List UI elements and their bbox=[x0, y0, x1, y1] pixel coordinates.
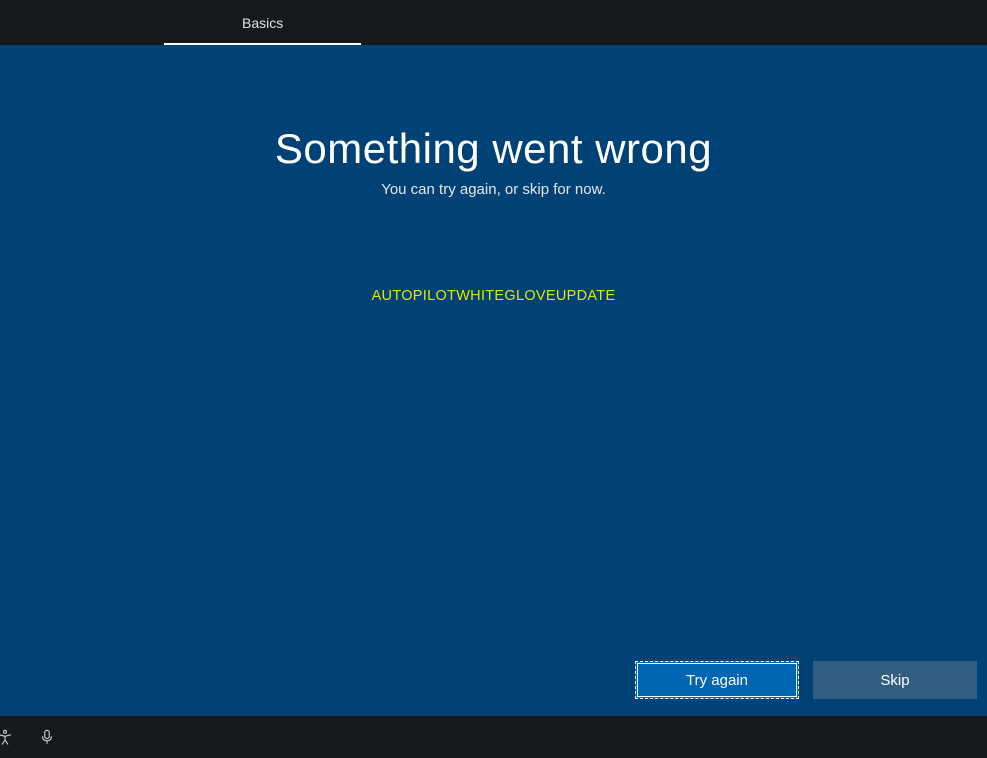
try-again-button[interactable]: Try again bbox=[635, 661, 799, 699]
skip-button[interactable]: Skip bbox=[813, 661, 977, 699]
accessibility-icon[interactable] bbox=[0, 728, 14, 746]
top-tab-bar: Basics bbox=[0, 0, 987, 45]
tab-basics[interactable]: Basics bbox=[222, 0, 303, 45]
bottom-bar bbox=[0, 716, 987, 758]
tab-basics-label: Basics bbox=[242, 15, 283, 31]
button-row: Try again Skip bbox=[635, 661, 977, 699]
error-code: AUTOPILOTWHITEGLOVEUPDATE bbox=[0, 288, 987, 304]
content-area: Something went wrong You can try again, … bbox=[0, 45, 987, 304]
main-panel: Something went wrong You can try again, … bbox=[0, 45, 987, 716]
error-subtitle: You can try again, or skip for now. bbox=[0, 181, 987, 198]
microphone-icon[interactable] bbox=[38, 728, 56, 746]
error-heading: Something went wrong bbox=[0, 125, 987, 173]
